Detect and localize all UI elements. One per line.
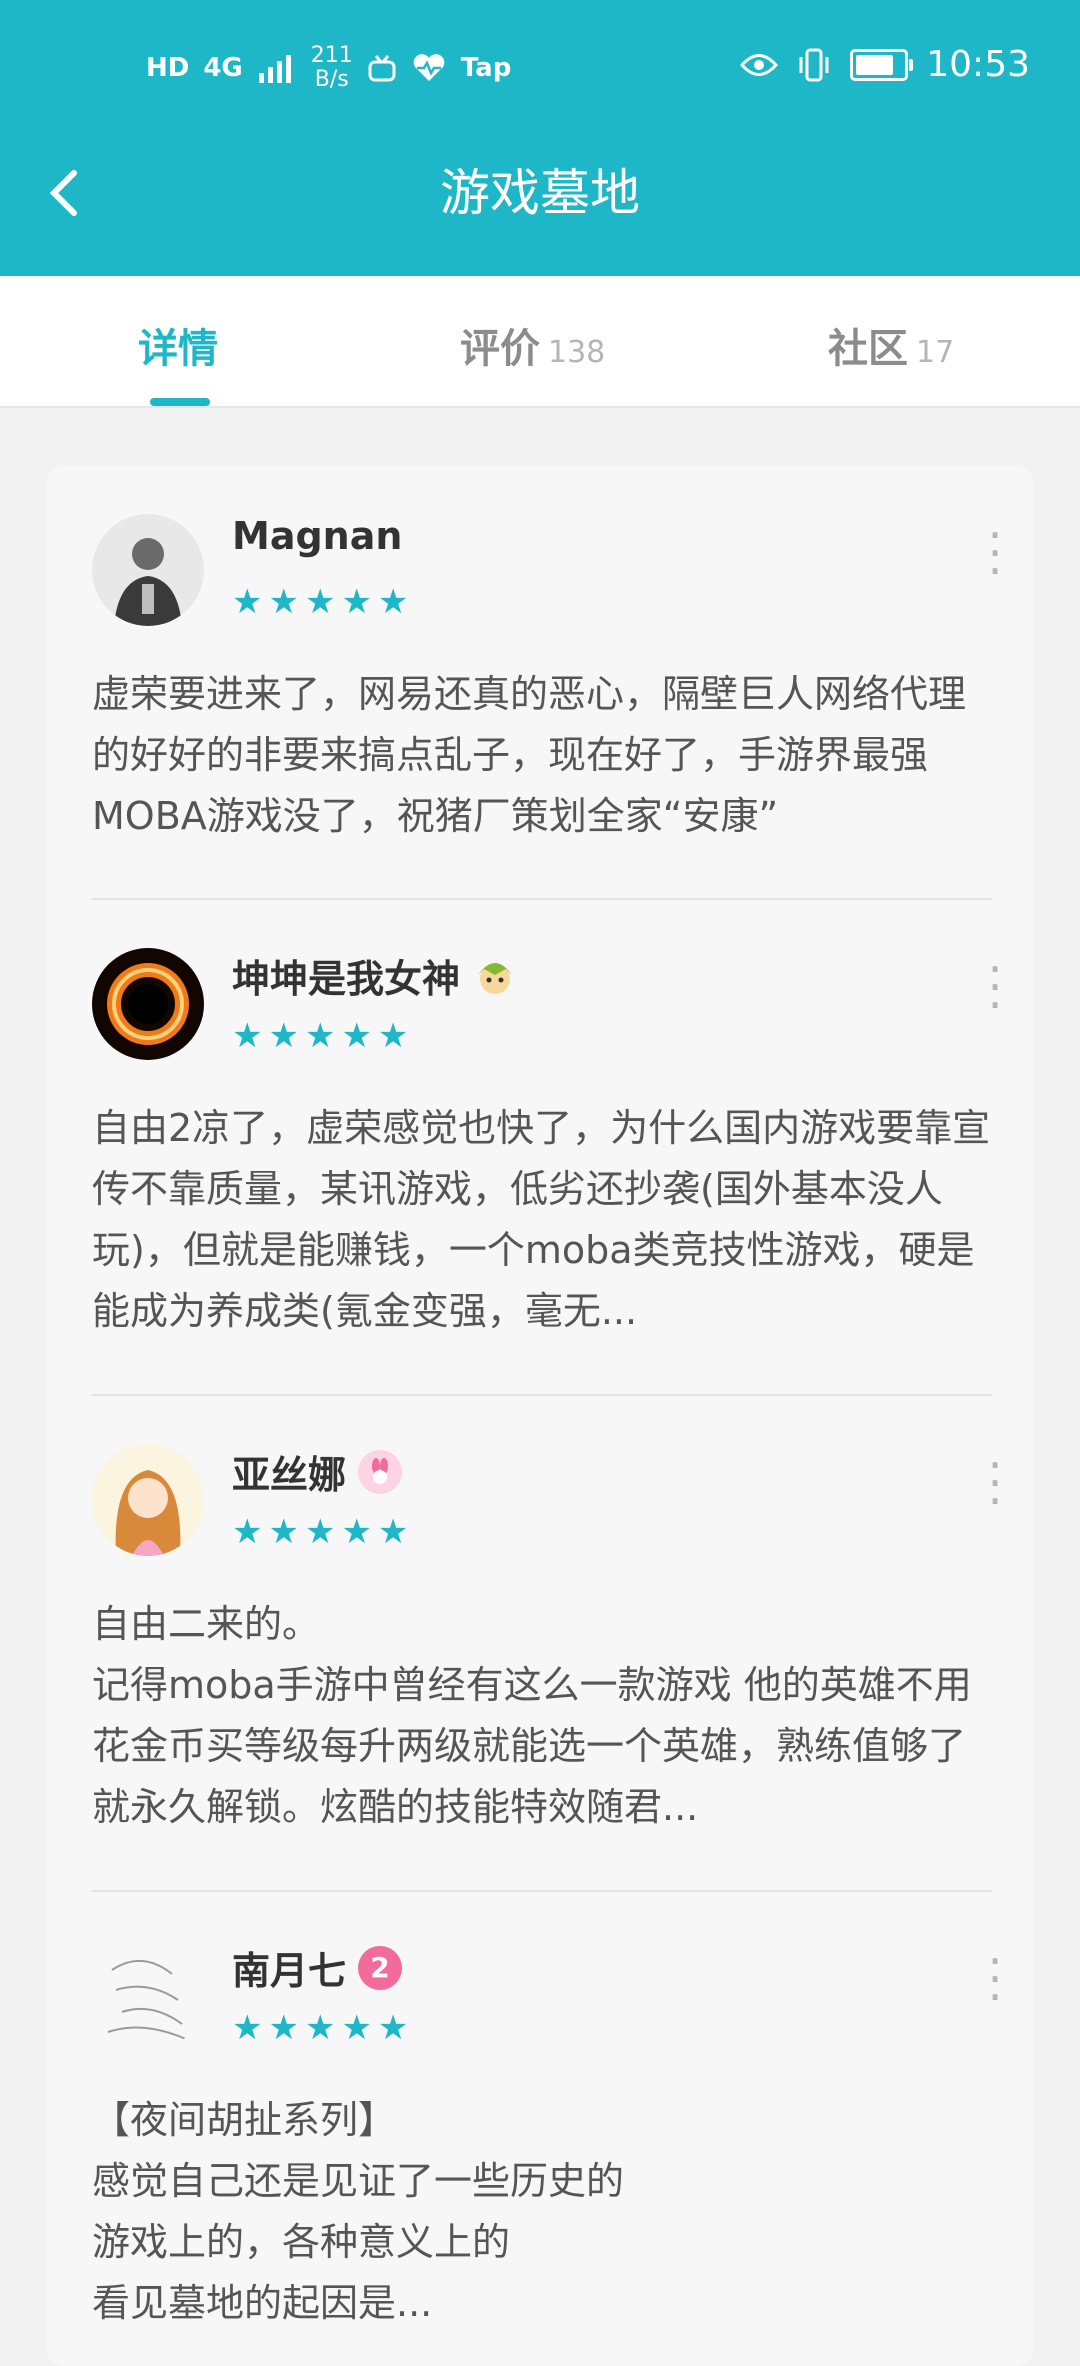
tab-details[interactable]: 详情 — [138, 316, 218, 374]
black-hole-image — [92, 948, 204, 1060]
tab-bar: 详情 评价 138 社区 17 — [0, 276, 1080, 408]
divider — [92, 1890, 992, 1892]
status-left: HD 4G 211 B/s Tap — [146, 44, 511, 92]
username[interactable]: Magnan — [232, 514, 402, 558]
vibrate-icon — [799, 48, 829, 81]
review-item: 南月七 2 ★★★★★ · · · 【夜间胡扯系列】 感觉自己还是见证了一些历史的 … — [92, 1938, 1002, 2360]
net-speed: 211 B/s — [311, 44, 353, 92]
username-text: Magnan — [232, 514, 403, 558]
star-rating: ★★★★★ — [232, 2008, 415, 2048]
tab-reviews-label: 评价 — [460, 326, 540, 372]
status-right: 10:53 — [740, 44, 1030, 85]
review-text[interactable]: 【夜间胡扯系列】 感觉自己还是见证了一些历史的 游戏上的，各种意义上的 看见墓地… — [92, 2090, 992, 2334]
page-title: 游戏墓地 — [440, 164, 640, 222]
battery-icon — [850, 48, 914, 81]
female-badge-icon — [358, 1449, 403, 1494]
more-options-icon[interactable]: · · · — [980, 1938, 1010, 2020]
tab-reviews[interactable]: 评价 138 — [460, 316, 605, 374]
health-heart-icon — [413, 54, 445, 81]
review-item: 坤坤是我女神 ★★★★★ · · · 自由2凉了，虚荣感觉也快了，为什么国内游戏要靠… — [92, 946, 1002, 1368]
clock: 10:53 — [926, 44, 1030, 85]
net-speed-value: 211 — [310, 43, 353, 68]
tv-icon — [368, 55, 396, 82]
username-text: 亚丝娜 — [232, 1453, 347, 1497]
username[interactable]: 南月七 2 — [232, 1940, 403, 1995]
review-item: Magnan ★★★★★ · · · 虚荣要进来了，网易还真的恶心，隔壁巨人网络代理… — [92, 512, 1002, 894]
more-options-icon[interactable]: · · · — [980, 946, 1010, 1028]
more-options-icon[interactable]: · · · — [980, 512, 1010, 594]
star-rating: ★★★★★ — [232, 582, 415, 622]
username-text: 南月七 — [232, 1949, 347, 1993]
signal-icon — [258, 55, 291, 83]
status-bar: HD 4G 211 B/s Tap 10:53 — [0, 0, 1080, 130]
anime-girl-image — [92, 1444, 204, 1556]
avatar[interactable] — [92, 1940, 204, 2052]
username[interactable]: 坤坤是我女神 — [232, 948, 518, 1003]
review-text[interactable]: 自由2凉了，虚荣感觉也快了，为什么国内游戏要靠宣传不靠质量，某讯游戏，低劣还抄袭… — [92, 1098, 992, 1342]
username-text: 坤坤是我女神 — [232, 957, 461, 1001]
tap-app-icon: Tap — [460, 53, 512, 83]
review-text[interactable]: 自由二来的。 记得moba手游中曾经有这么一款游戏 他的英雄不用花金币买等级每升… — [92, 1594, 992, 1838]
star-rating: ★★★★★ — [232, 1512, 415, 1552]
tab-community-count: 17 — [916, 335, 955, 370]
review-text[interactable]: 虚荣要进来了，网易还真的恶心，隔壁巨人网络代理的好好的非要来搞点乱子，现在好了，… — [92, 664, 992, 847]
reviews-card: Magnan ★★★★★ · · · 虚荣要进来了，网易还真的恶心，隔壁巨人网络代理… — [46, 466, 1034, 2366]
divider — [92, 898, 992, 900]
divider — [92, 1394, 992, 1396]
tab-details-label: 详情 — [138, 326, 218, 372]
tab-community-label: 社区 — [828, 326, 908, 372]
tab-reviews-count: 138 — [548, 335, 606, 370]
avatar[interactable] — [92, 948, 204, 1060]
network-type-indicator: 4G — [203, 53, 243, 83]
net-speed-unit: B/s — [314, 67, 349, 92]
hd-indicator: HD — [146, 53, 190, 83]
battery-fill — [856, 54, 894, 75]
avatar[interactable] — [92, 1444, 204, 1556]
review-item: 亚丝娜 ★★★★★ · · · 自由二来的。 记得moba手游中曾经有这么一款游戏 … — [92, 1442, 1002, 1864]
level-badge: 2 — [358, 1945, 403, 1990]
tab-community[interactable]: 社区 17 — [828, 316, 954, 374]
eye-icon — [740, 53, 779, 76]
star-rating: ★★★★★ — [232, 1016, 415, 1056]
rabbit-icon — [372, 1457, 389, 1484]
emoji-avatar-icon — [478, 962, 513, 994]
username[interactable]: 亚丝娜 — [232, 1444, 403, 1499]
active-tab-indicator — [150, 398, 210, 406]
avatar[interactable] — [92, 514, 204, 626]
app-header: HD 4G 211 B/s Tap 10:53 游戏墓地 — [0, 0, 1080, 276]
more-options-icon[interactable]: · · · — [980, 1442, 1010, 1524]
sketch-portrait-image — [92, 1940, 204, 2052]
portrait-image — [92, 514, 204, 626]
